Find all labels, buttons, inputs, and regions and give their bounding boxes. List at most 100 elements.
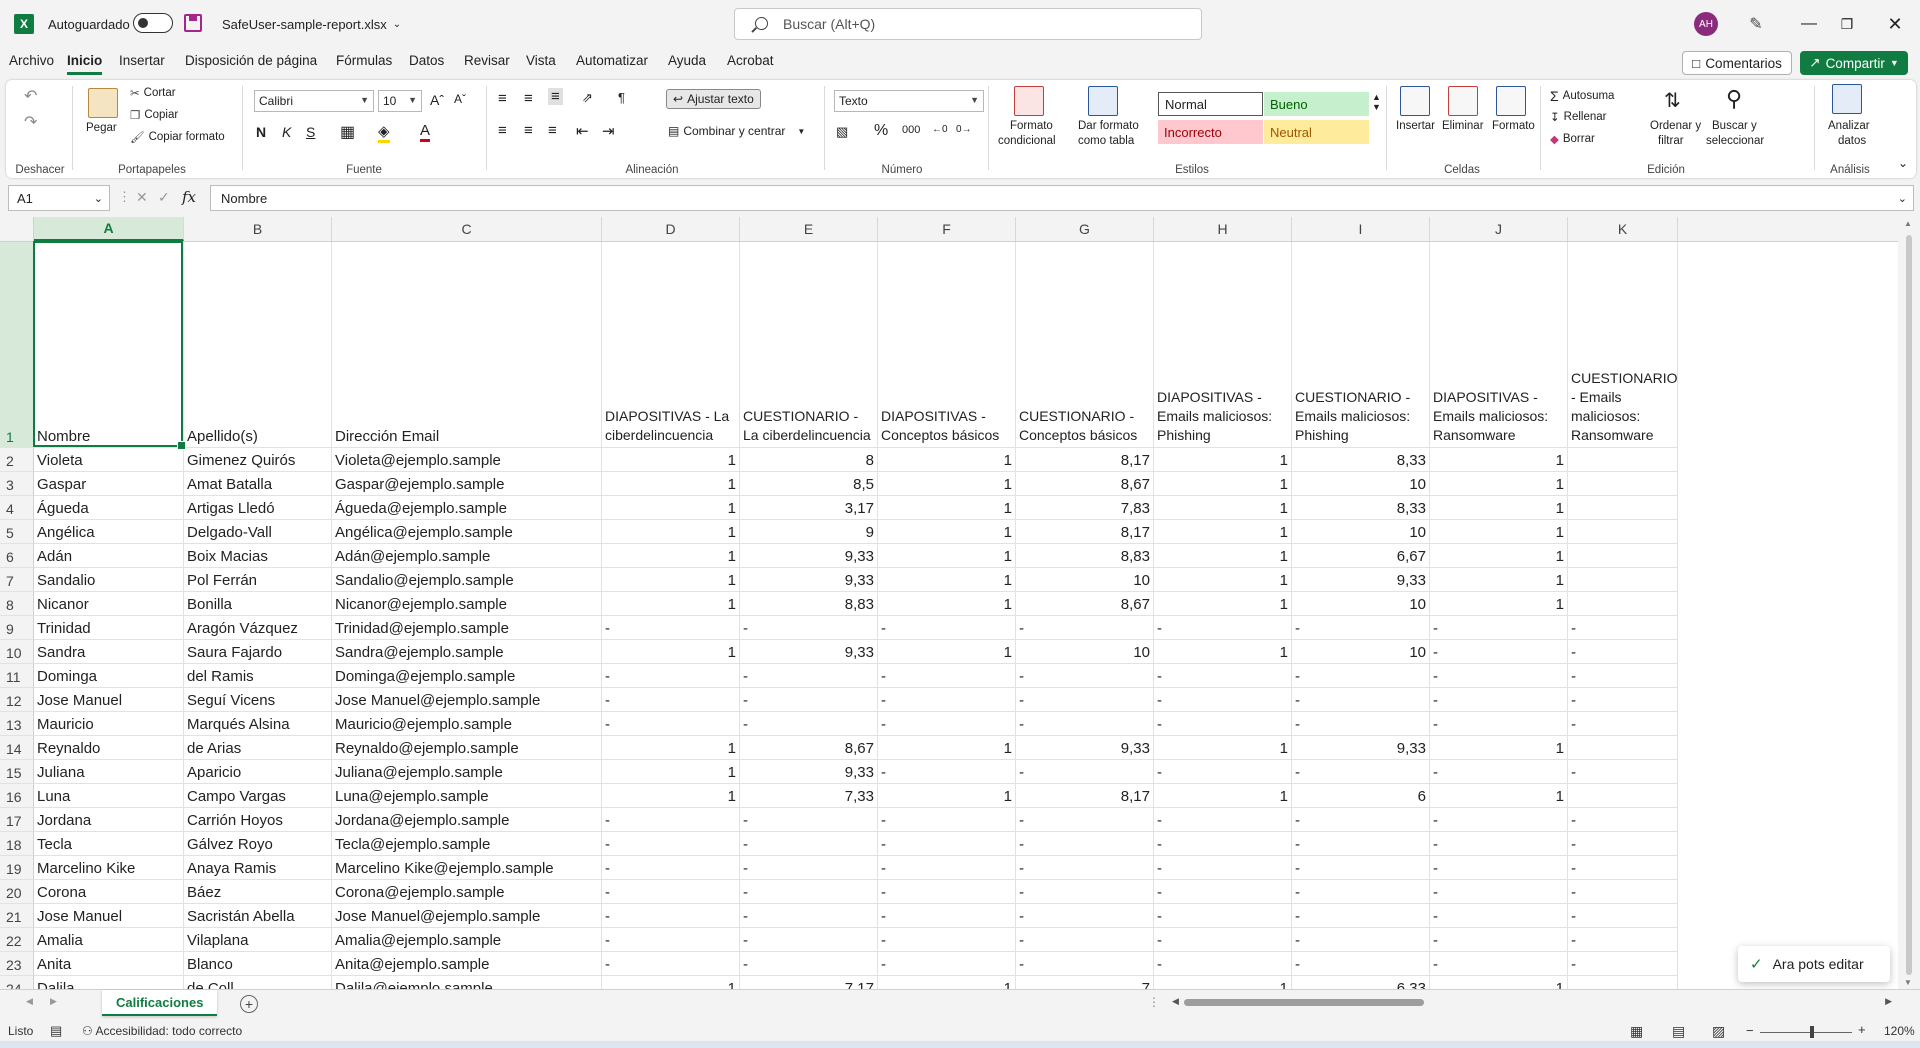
table-cell[interactable] <box>1568 448 1678 472</box>
table-cell[interactable]: - <box>602 928 740 952</box>
scroll-up-icon[interactable]: ▲ <box>1904 219 1912 228</box>
table-cell[interactable]: - <box>740 880 878 904</box>
scroll-down-icon[interactable]: ▼ <box>1904 978 1912 987</box>
table-cell[interactable]: - <box>1016 928 1154 952</box>
table-cell[interactable]: 6 <box>1292 784 1430 808</box>
table-cell[interactable]: Gálvez Royo <box>184 832 332 856</box>
conditional-format-label-2[interactable]: condicional <box>998 135 1056 147</box>
table-cell[interactable]: 1 <box>1154 784 1292 808</box>
table-cell[interactable] <box>1568 592 1678 616</box>
table-cell[interactable]: - <box>1292 832 1430 856</box>
table-cell[interactable]: 8,67 <box>1016 592 1154 616</box>
table-cell[interactable] <box>1568 736 1678 760</box>
table-cell[interactable]: - <box>1016 808 1154 832</box>
percent-icon[interactable]: % <box>874 122 888 140</box>
table-cell[interactable]: 1 <box>878 568 1016 592</box>
paste-icon[interactable] <box>88 88 118 118</box>
header-cell[interactable]: Dirección Email <box>332 242 602 448</box>
table-cell[interactable]: - <box>1154 664 1292 688</box>
table-cell[interactable]: 9,33 <box>1016 736 1154 760</box>
save-icon[interactable] <box>184 14 202 32</box>
table-cell[interactable]: 9,33 <box>740 568 878 592</box>
table-cell[interactable]: 1 <box>878 640 1016 664</box>
tab-vista[interactable]: Vista <box>526 53 556 75</box>
table-cell[interactable]: Jose Manuel <box>34 688 184 712</box>
table-cell[interactable]: - <box>1430 640 1568 664</box>
table-cell[interactable]: 1 <box>602 760 740 784</box>
table-cell[interactable]: Carrión Hoyos <box>184 808 332 832</box>
row-header[interactable]: 15 <box>0 760 34 784</box>
table-cell[interactable]: - <box>740 688 878 712</box>
share-button[interactable]: ↗ Compartir ▼ <box>1800 51 1908 75</box>
table-cell[interactable]: - <box>878 712 1016 736</box>
table-cell[interactable]: Bonilla <box>184 592 332 616</box>
table-cell[interactable]: 1 <box>1430 520 1568 544</box>
close-icon[interactable]: ✕ <box>1870 0 1920 48</box>
header-cell[interactable]: Apellido(s) <box>184 242 332 448</box>
table-cell[interactable]: Corona@ejemplo.sample <box>332 880 602 904</box>
table-cell[interactable]: - <box>1292 712 1430 736</box>
column-header[interactable]: B <box>184 217 332 241</box>
row-header[interactable]: 14 <box>0 736 34 760</box>
cancel-icon[interactable]: ✕ <box>136 189 148 206</box>
table-cell[interactable]: Amalia@ejemplo.sample <box>332 928 602 952</box>
table-cell[interactable]: - <box>1292 808 1430 832</box>
number-format-select[interactable]: Texto ▼ <box>834 90 984 112</box>
orientation-icon[interactable]: ⇗ <box>582 90 593 106</box>
header-cell[interactable]: CUESTIONARIO - Emails maliciosos: Phishi… <box>1292 242 1430 448</box>
header-cell[interactable]: Nombre <box>34 242 184 448</box>
table-cell[interactable]: 10 <box>1292 472 1430 496</box>
delete-cells-button[interactable]: Eliminar <box>1442 120 1484 132</box>
table-cell[interactable]: - <box>1430 808 1568 832</box>
underline-icon[interactable]: S <box>306 124 315 140</box>
table-cell[interactable] <box>1568 976 1678 989</box>
fill-button[interactable]: ↧ Rellenar <box>1550 110 1606 124</box>
header-cell[interactable]: DIAPOSITIVAS - Emails maliciosos: Phishi… <box>1154 242 1292 448</box>
table-cell[interactable]: - <box>1016 616 1154 640</box>
table-cell[interactable]: 1 <box>1154 520 1292 544</box>
table-cell[interactable]: Dominga@ejemplo.sample <box>332 664 602 688</box>
table-cell[interactable] <box>1568 568 1678 592</box>
cut-button[interactable]: ✂ Cortar <box>130 86 176 100</box>
table-cell[interactable]: - <box>1568 640 1678 664</box>
table-cell[interactable]: - <box>1016 856 1154 880</box>
table-cell[interactable]: 10 <box>1016 640 1154 664</box>
vertical-scrollbar[interactable]: ▲ ▼ <box>1898 217 1920 989</box>
row-header[interactable]: 7 <box>0 568 34 592</box>
spreadsheet-grid[interactable]: ABCDEFGHIJK 1 Nombre Apellido(s) Dirección … <box>0 217 1898 989</box>
tab-formulas[interactable]: Fórmulas <box>336 53 392 75</box>
table-cell[interactable]: Reynaldo <box>34 736 184 760</box>
table-cell[interactable] <box>1568 496 1678 520</box>
table-cell[interactable]: Anaya Ramis <box>184 856 332 880</box>
table-cell[interactable]: - <box>1568 928 1678 952</box>
table-cell[interactable]: 7,33 <box>740 784 878 808</box>
column-header[interactable]: C <box>332 217 602 241</box>
table-cell[interactable]: Anita@ejemplo.sample <box>332 952 602 976</box>
table-cell[interactable]: - <box>602 664 740 688</box>
table-cell[interactable]: - <box>740 952 878 976</box>
thousands-icon[interactable]: 000 <box>902 124 920 136</box>
table-cell[interactable]: Jose Manuel@ejemplo.sample <box>332 688 602 712</box>
vertical-scroll-thumb[interactable] <box>1906 235 1912 975</box>
table-cell[interactable]: - <box>740 904 878 928</box>
table-cell[interactable]: - <box>878 952 1016 976</box>
restore-button[interactable]: ❐ <box>1824 0 1870 48</box>
table-cell[interactable]: - <box>740 928 878 952</box>
table-cell[interactable]: 1 <box>602 568 740 592</box>
table-format-label-1[interactable]: Dar formato <box>1078 120 1139 132</box>
table-cell[interactable] <box>1568 472 1678 496</box>
table-cell[interactable]: 9,33 <box>740 760 878 784</box>
next-sheet-icon[interactable]: ▶ <box>50 996 57 1007</box>
decrease-decimal-icon[interactable]: 0→ <box>956 124 972 135</box>
prev-sheet-icon[interactable]: ◀ <box>26 996 33 1007</box>
table-cell[interactable]: 8,17 <box>1016 448 1154 472</box>
table-cell[interactable] <box>1568 520 1678 544</box>
table-cell[interactable]: - <box>1154 712 1292 736</box>
filename-dropdown[interactable]: SafeUser-sample-report.xlsx ⌄ <box>222 14 401 34</box>
table-cell[interactable]: Gimenez Quirós <box>184 448 332 472</box>
table-cell[interactable]: - <box>1292 928 1430 952</box>
table-cell[interactable]: Nicanor@ejemplo.sample <box>332 592 602 616</box>
normal-view-icon[interactable]: ▦ <box>1630 1023 1643 1040</box>
table-cell[interactable]: - <box>602 688 740 712</box>
table-cell[interactable]: Angélica <box>34 520 184 544</box>
